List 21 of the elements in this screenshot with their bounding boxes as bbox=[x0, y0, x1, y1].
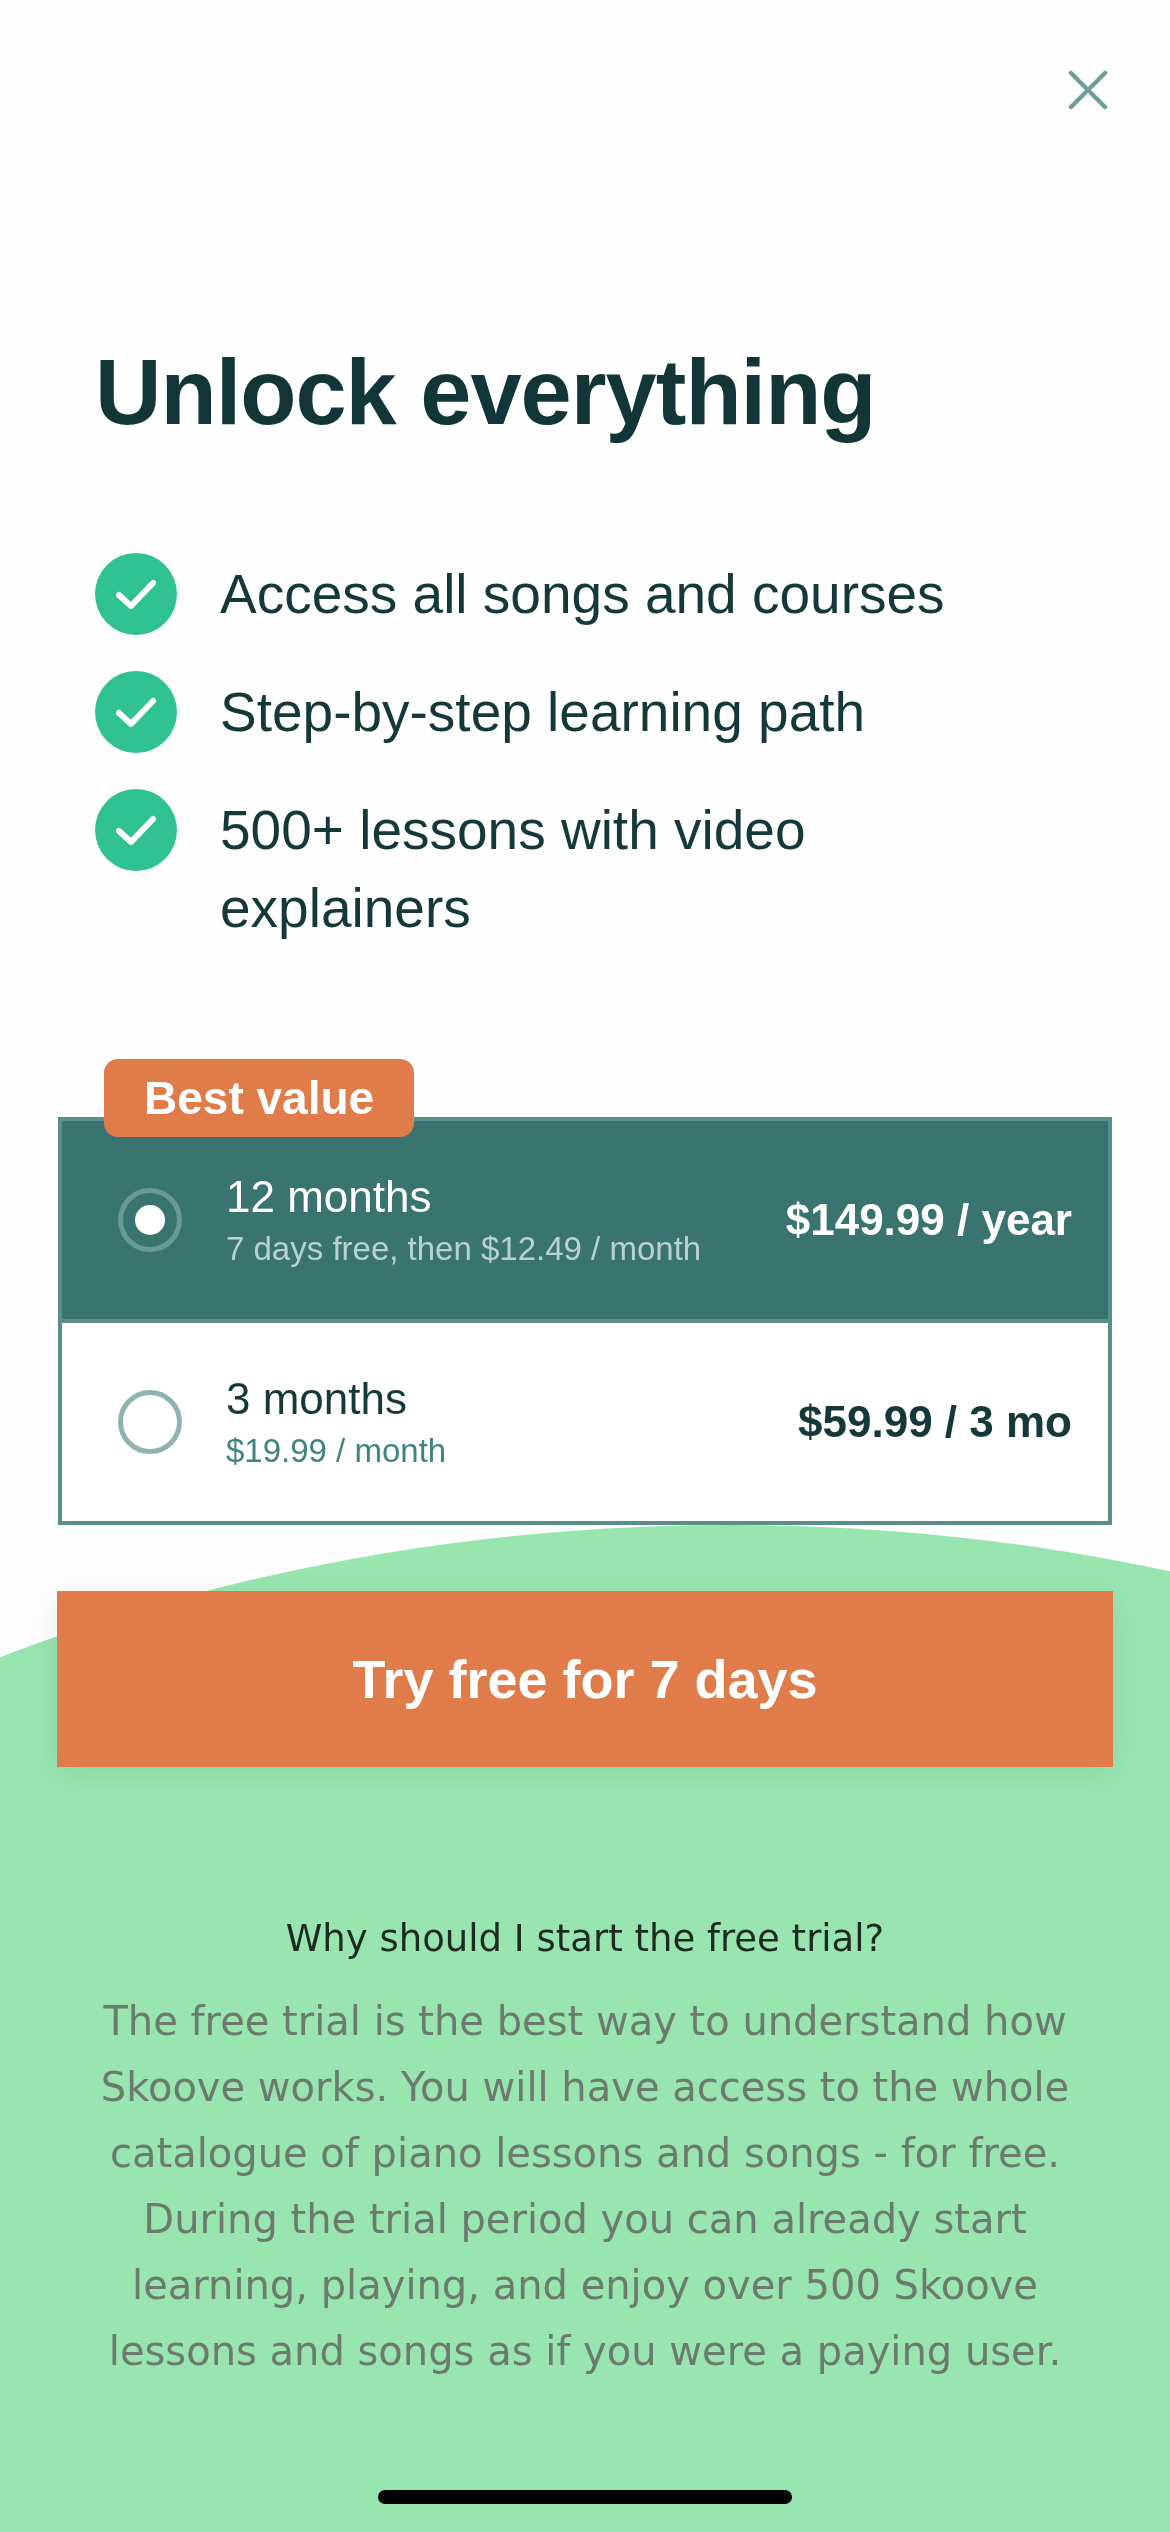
plan-price: $59.99 / 3 mo bbox=[798, 1397, 1072, 1448]
feature-text: Step-by-step learning path bbox=[220, 680, 867, 746]
check-icon bbox=[95, 553, 177, 636]
plan-detail: $19.99 / month bbox=[226, 1432, 448, 1471]
plan-name: 3 months bbox=[226, 1374, 408, 1425]
faq-answer: The free trial is the best way to understand how Skoove works. You will have access to the whole catalogue of piano lessons and songs - for free. During the trial period you can already start learning, playing, and enjoy over 500 Skoove lessons and songs as if you were a paying user. bbox=[99, 1997, 1071, 2377]
feature-text: Access all songs and courses bbox=[220, 562, 946, 628]
plan-option[interactable]: 12 months 7 days free, then $12.49 / month $149.99 / year bbox=[62, 1121, 1108, 1320]
radio-button[interactable] bbox=[118, 1390, 182, 1455]
plan-price: $149.99 / year bbox=[785, 1195, 1072, 1246]
trial-button[interactable]: Try free for 7 days bbox=[57, 1591, 1113, 1768]
close-icon[interactable] bbox=[1068, 70, 1108, 110]
page-title: Unlock everything bbox=[95, 342, 877, 444]
plan-name: 12 months bbox=[226, 1172, 433, 1223]
check-icon bbox=[95, 789, 177, 872]
faq-question: Why should I start the free trial? bbox=[284, 1917, 886, 1961]
best-value-badge: Best value bbox=[104, 1059, 415, 1138]
radio-button[interactable] bbox=[118, 1188, 182, 1253]
plan-detail: 7 days free, then $12.49 / month bbox=[226, 1230, 703, 1269]
feature-text: 500+ lessons with video explainers bbox=[220, 798, 807, 942]
check-icon bbox=[95, 671, 177, 754]
